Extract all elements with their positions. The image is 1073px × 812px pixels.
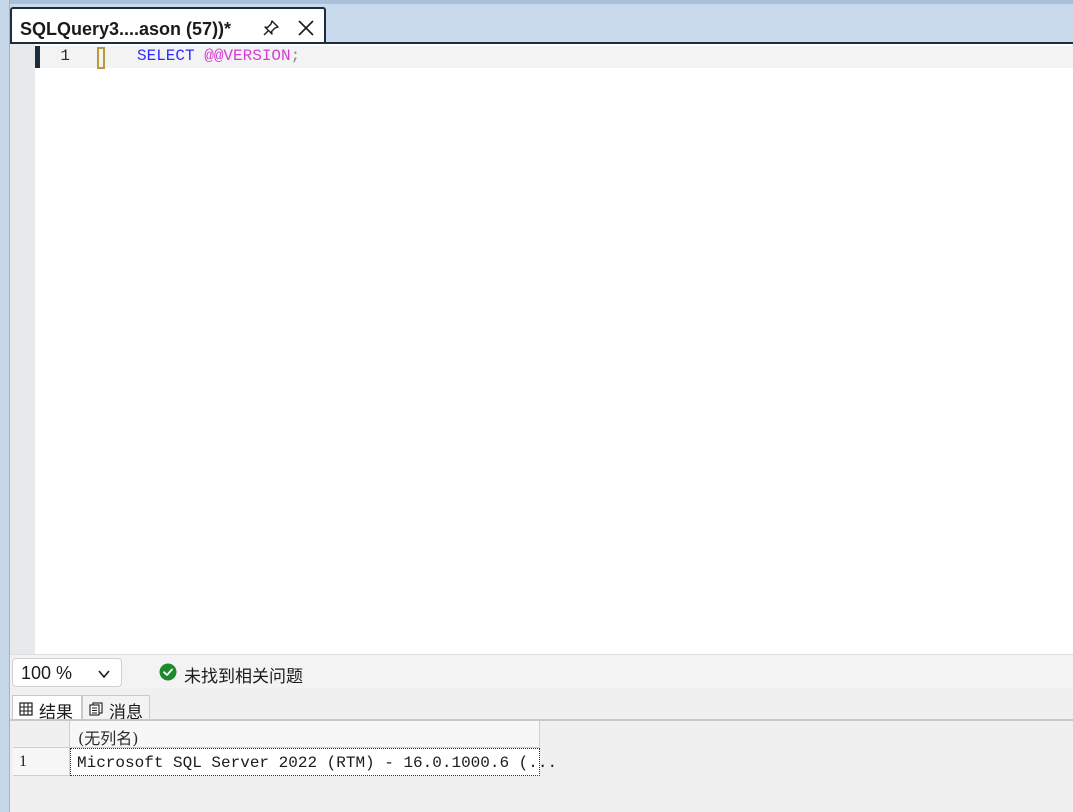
- grid-column-header[interactable]: (无列名): [70, 721, 540, 748]
- query-editor[interactable]: 1 SELECT @@VERSION;: [10, 44, 1073, 654]
- editor-status-bar: 100 % 未找到相关问题: [10, 654, 1073, 688]
- grid-icon: [19, 701, 33, 716]
- line-number: 1: [60, 47, 70, 65]
- document-tab-title: SQLQuery3....ason (57))*: [20, 19, 232, 39]
- document-tab-strip: SQLQuery3....ason (57))*: [10, 0, 1073, 48]
- grid-cell-value: Microsoft SQL Server 2022 (RTM) - 16.0.1…: [77, 754, 558, 772]
- zoom-dropdown[interactable]: 100 %: [12, 658, 122, 687]
- grid-column-header-label: (无列名): [78, 729, 139, 748]
- zoom-value: 100 %: [21, 663, 73, 683]
- close-icon[interactable]: [296, 18, 316, 38]
- results-grid[interactable]: (无列名) 1 Microsoft SQL Server 2022 (RTM) …: [13, 721, 557, 779]
- results-tab-strip: 结果 消息: [10, 692, 1073, 723]
- editor-gutter: [10, 44, 35, 654]
- grid-row-header[interactable]: 1: [13, 748, 70, 776]
- issues-status-text[interactable]: 未找到相关问题: [184, 662, 303, 687]
- pin-icon[interactable]: [261, 18, 281, 38]
- results-pane: 结果 消息 (无列名) 1 Microsoft SQL Server 2022 …: [10, 688, 1073, 812]
- sql-system-variable: @@VERSION: [204, 47, 291, 65]
- code-line[interactable]: SELECT @@VERSION;: [137, 47, 300, 65]
- grid-select-all-corner[interactable]: [13, 721, 70, 748]
- grid-cell-selected[interactable]: Microsoft SQL Server 2022 (RTM) - 16.0.1…: [70, 748, 557, 776]
- tab-messages[interactable]: 消息: [82, 695, 150, 723]
- sql-keyword: SELECT: [137, 47, 195, 65]
- success-check-icon: [159, 663, 177, 681]
- sql-terminator: ;: [290, 47, 301, 65]
- tab-results[interactable]: 结果: [12, 695, 82, 723]
- grid-row-number: 1: [19, 753, 27, 770]
- messages-icon: [89, 701, 103, 716]
- window-left-border: [0, 0, 9, 812]
- text-caret: [97, 47, 105, 69]
- ssms-window: SQLQuery3....ason (57))* 1 SELECT @@VERS…: [0, 0, 1073, 812]
- chevron-down-icon: [97, 667, 111, 681]
